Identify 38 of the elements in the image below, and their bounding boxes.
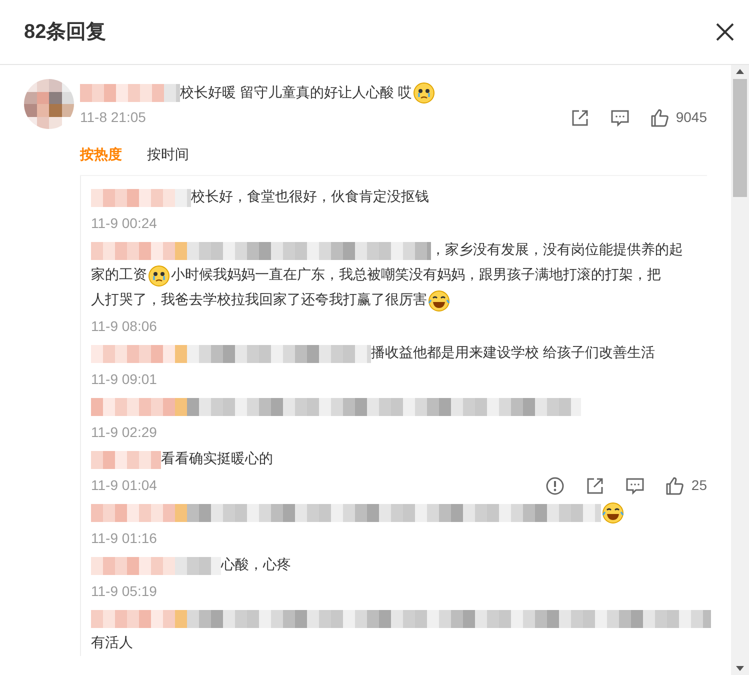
share-icon[interactable] [585, 476, 606, 496]
comment-text: 校长好暖 留守儿童真的好让人心酸 哎 [180, 84, 412, 100]
timestamp: 11-9 05:19 [91, 582, 157, 602]
timestamp: 11-9 01:16 [91, 529, 157, 548]
close-icon[interactable] [715, 22, 735, 42]
like-count: 9045 [676, 108, 707, 128]
comment-text: 心酸，心疼 [221, 556, 291, 572]
timestamp: 11-9 09:01 [91, 370, 157, 390]
comment-text: 家的工资 [91, 266, 147, 282]
comment-text: 有活人 [91, 634, 133, 650]
thumbs-up-icon[interactable] [665, 476, 686, 496]
sort-tab[interactable]: 按时间 [147, 144, 189, 166]
mosaic [91, 450, 161, 469]
comment-text: ，家乡没有发展，没有岗位能提供养的起 [431, 241, 683, 258]
timestamp: 11-9 08:06 [91, 317, 157, 336]
laughing-face-icon [428, 290, 450, 312]
report-icon[interactable] [545, 476, 566, 496]
comment-text: 小时候我妈妈一直在广东，我总被嘲笑没有妈妈，跟男孩子满地打滚的打架，把 [171, 266, 661, 282]
comment-icon[interactable] [625, 476, 646, 496]
comment-text: 播收益他都是用来建设学校 给孩子们改善生活 [371, 344, 655, 360]
timestamp: 11-9 00:24 [91, 214, 157, 234]
like-count: 25 [691, 476, 707, 496]
scroll-thumb[interactable] [733, 79, 747, 197]
laughing-face-icon [602, 502, 624, 524]
timestamp: 11-9 02:29 [91, 423, 157, 442]
comment-icon[interactable] [610, 108, 630, 128]
crying-face-icon [412, 82, 435, 104]
avatar[interactable] [24, 79, 74, 129]
crying-face-icon [148, 264, 170, 287]
thumbs-up-icon[interactable] [650, 108, 670, 128]
timestamp: 11-9 01:04 [91, 476, 157, 496]
timestamp: 11-8 21:05 [80, 108, 146, 128]
dialog-title: 82条回复 [24, 20, 106, 45]
share-icon[interactable] [570, 108, 590, 128]
comment-text: 校长好，食堂也很好，伙食肯定没抠钱 [191, 188, 429, 204]
scrollbar[interactable] [731, 65, 749, 675]
comment-text: 人打哭了，我爸去学校拉我回家了还夸我打赢了很厉害 [91, 291, 427, 308]
comment-text: 看看确实挺暖心的 [161, 450, 273, 466]
